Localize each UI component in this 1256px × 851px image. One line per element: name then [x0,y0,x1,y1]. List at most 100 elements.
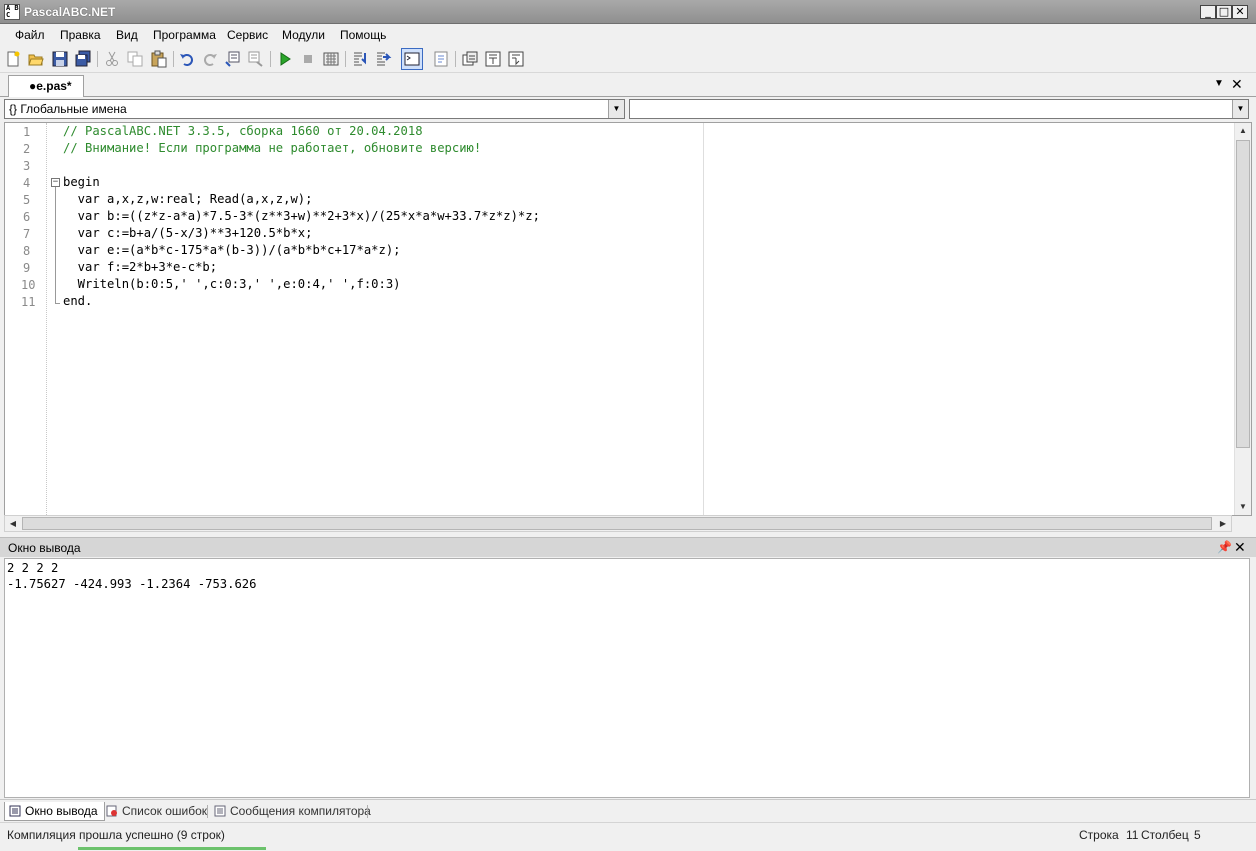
line-number: 7 [23,227,31,241]
code-editor[interactable]: 1 2 3 4 5 6 7 8 9 10 11 − // PascalABC.N… [4,122,1252,516]
horizontal-scrollbar[interactable]: ◀ ▶ [4,515,1232,532]
compile-icon[interactable] [322,50,340,68]
title-bar: A BC PascalABC.NET _ □ ✕ [0,0,1256,24]
run-icon[interactable] [276,50,294,68]
line-number: 4 [23,176,31,190]
close-tab-icon[interactable]: ✕ [1231,76,1243,93]
toolbar-separator [97,51,98,67]
line-number: 11 [21,295,36,309]
code-line: var b:=((z*z-a*a)*7.5-3*(z**3+w)**2+3*x)… [63,209,540,223]
line-number: 10 [21,278,36,292]
output-line: 2 2 2 2 [7,561,59,575]
bookmark-1-icon[interactable] [484,50,502,68]
status-row-value: 11 [1126,828,1139,842]
chevron-down-icon[interactable]: ▼ [1232,100,1248,118]
fold-guide [55,187,56,303]
menu-service[interactable]: Сервис [227,28,268,42]
output-window[interactable]: 2 2 2 2 -1.75627 -424.993 -1.2364 -753.6… [4,558,1250,798]
toolbar [0,46,1256,73]
redo-icon[interactable] [201,50,219,68]
line-number: 1 [23,125,31,139]
line-number: 3 [23,159,31,173]
menu-edit[interactable]: Правка [60,28,101,42]
close-window-icon[interactable]: ✕ [1232,5,1248,19]
menu-program[interactable]: Программа [153,28,216,42]
tab-label: Список ошибок [122,804,208,818]
fold-toggle-icon[interactable]: − [51,178,60,187]
status-row-label: Строка [1079,828,1119,842]
pascal-app-icon[interactable]: A BC [4,4,20,20]
close-panel-icon[interactable]: ✕ [1234,539,1246,556]
open-file-icon[interactable] [27,50,45,68]
horizontal-scroll-thumb[interactable] [22,517,1212,530]
undo-icon[interactable] [178,50,196,68]
tab-label: ●e.pas* [29,79,72,93]
bookmark-2-icon[interactable] [507,50,525,68]
scroll-down-icon[interactable]: ▼ [1235,499,1251,515]
debug-toggle-icon[interactable] [432,50,450,68]
save-all-icon[interactable] [74,50,92,68]
chevron-down-icon[interactable]: ▼ [608,100,624,118]
vertical-scrollbar[interactable]: ▲ ▼ [1234,123,1251,515]
tab-separator [367,805,368,818]
step-over-icon[interactable] [374,50,392,68]
global-names-value: {} Глобальные имена [9,102,127,116]
scroll-up-icon[interactable]: ▲ [1235,123,1251,139]
pin-icon[interactable]: 📌 [1217,540,1232,554]
tab-output-window[interactable]: Окно вывода [4,802,105,821]
step-into-icon[interactable] [351,50,369,68]
comment-icon[interactable] [224,50,242,68]
code-line: var a,x,z,w:real; Read(a,x,z,w); [63,192,313,206]
tab-label: Сообщения компилятора [230,804,371,818]
global-names-combo[interactable]: {} Глобальные имена ▼ [4,99,625,119]
vertical-scroll-thumb[interactable] [1236,140,1250,448]
code-line: // PascalABC.NET 3.3.5, сборка 1660 от 2… [63,124,423,138]
paste-icon[interactable] [150,50,168,68]
output-panel-header: Окно вывода 📌 ✕ [0,537,1256,557]
members-combo[interactable]: ▼ [629,99,1249,119]
tab-list-dropdown-icon[interactable]: ▼ [1214,78,1224,89]
menu-view[interactable]: Вид [116,28,138,42]
fold-guide-end [55,303,60,304]
copy-icon[interactable] [126,50,144,68]
save-icon[interactable] [51,50,69,68]
bottom-tab-strip: Окно вывода Список ошибок Сообщения комп… [0,799,1256,821]
compiler-messages-icon [214,805,226,817]
line-number-gutter: 1 2 3 4 5 6 7 8 9 10 11 [5,123,47,515]
maximize-icon[interactable]: □ [1216,5,1232,19]
minimize-icon[interactable]: _ [1200,5,1216,19]
new-file-icon[interactable] [4,50,22,68]
output-line: -1.75627 -424.993 -1.2364 -753.626 [7,577,257,591]
toolbar-separator [345,51,346,67]
format-icon[interactable] [461,50,479,68]
line-number: 2 [23,142,31,156]
code-line: begin [63,175,100,189]
editor-tab-strip: ●e.pas* ▼ ✕ [0,73,1256,97]
code-line: end. [63,294,93,308]
output-window-icon[interactable] [401,48,423,70]
uncomment-icon[interactable] [247,50,265,68]
tab-compiler-messages[interactable]: Сообщения компилятора [210,802,377,821]
tab-error-list[interactable]: Список ошибок [102,802,213,821]
toolbar-separator [270,51,271,67]
window-title: PascalABC.NET [24,5,116,19]
tab-label: Окно вывода [25,804,98,818]
tab-separator [207,805,208,818]
status-message: Компиляция прошла успешно (9 строк) [7,828,225,842]
code-line: var f:=2*b+3*e-c*b; [63,260,218,274]
stop-icon[interactable] [299,50,317,68]
cut-icon[interactable] [103,50,121,68]
scroll-left-icon[interactable]: ◀ [5,516,21,532]
menu-file[interactable]: Файл [15,28,45,42]
line-number: 5 [23,193,31,207]
output-panel-title: Окно вывода [8,541,81,555]
code-line: // Внимание! Если программа не работает,… [63,141,482,155]
line-number: 6 [23,210,31,224]
status-bar: Компиляция прошла успешно (9 строк) Стро… [0,822,1256,847]
menu-modules[interactable]: Модули [282,28,325,42]
right-margin-line [703,123,704,515]
scroll-right-icon[interactable]: ▶ [1215,516,1231,532]
tab-e-pas[interactable]: ●e.pas* [8,75,84,97]
status-column-label: Столбец [1141,828,1189,842]
menu-help[interactable]: Помощь [340,28,386,42]
